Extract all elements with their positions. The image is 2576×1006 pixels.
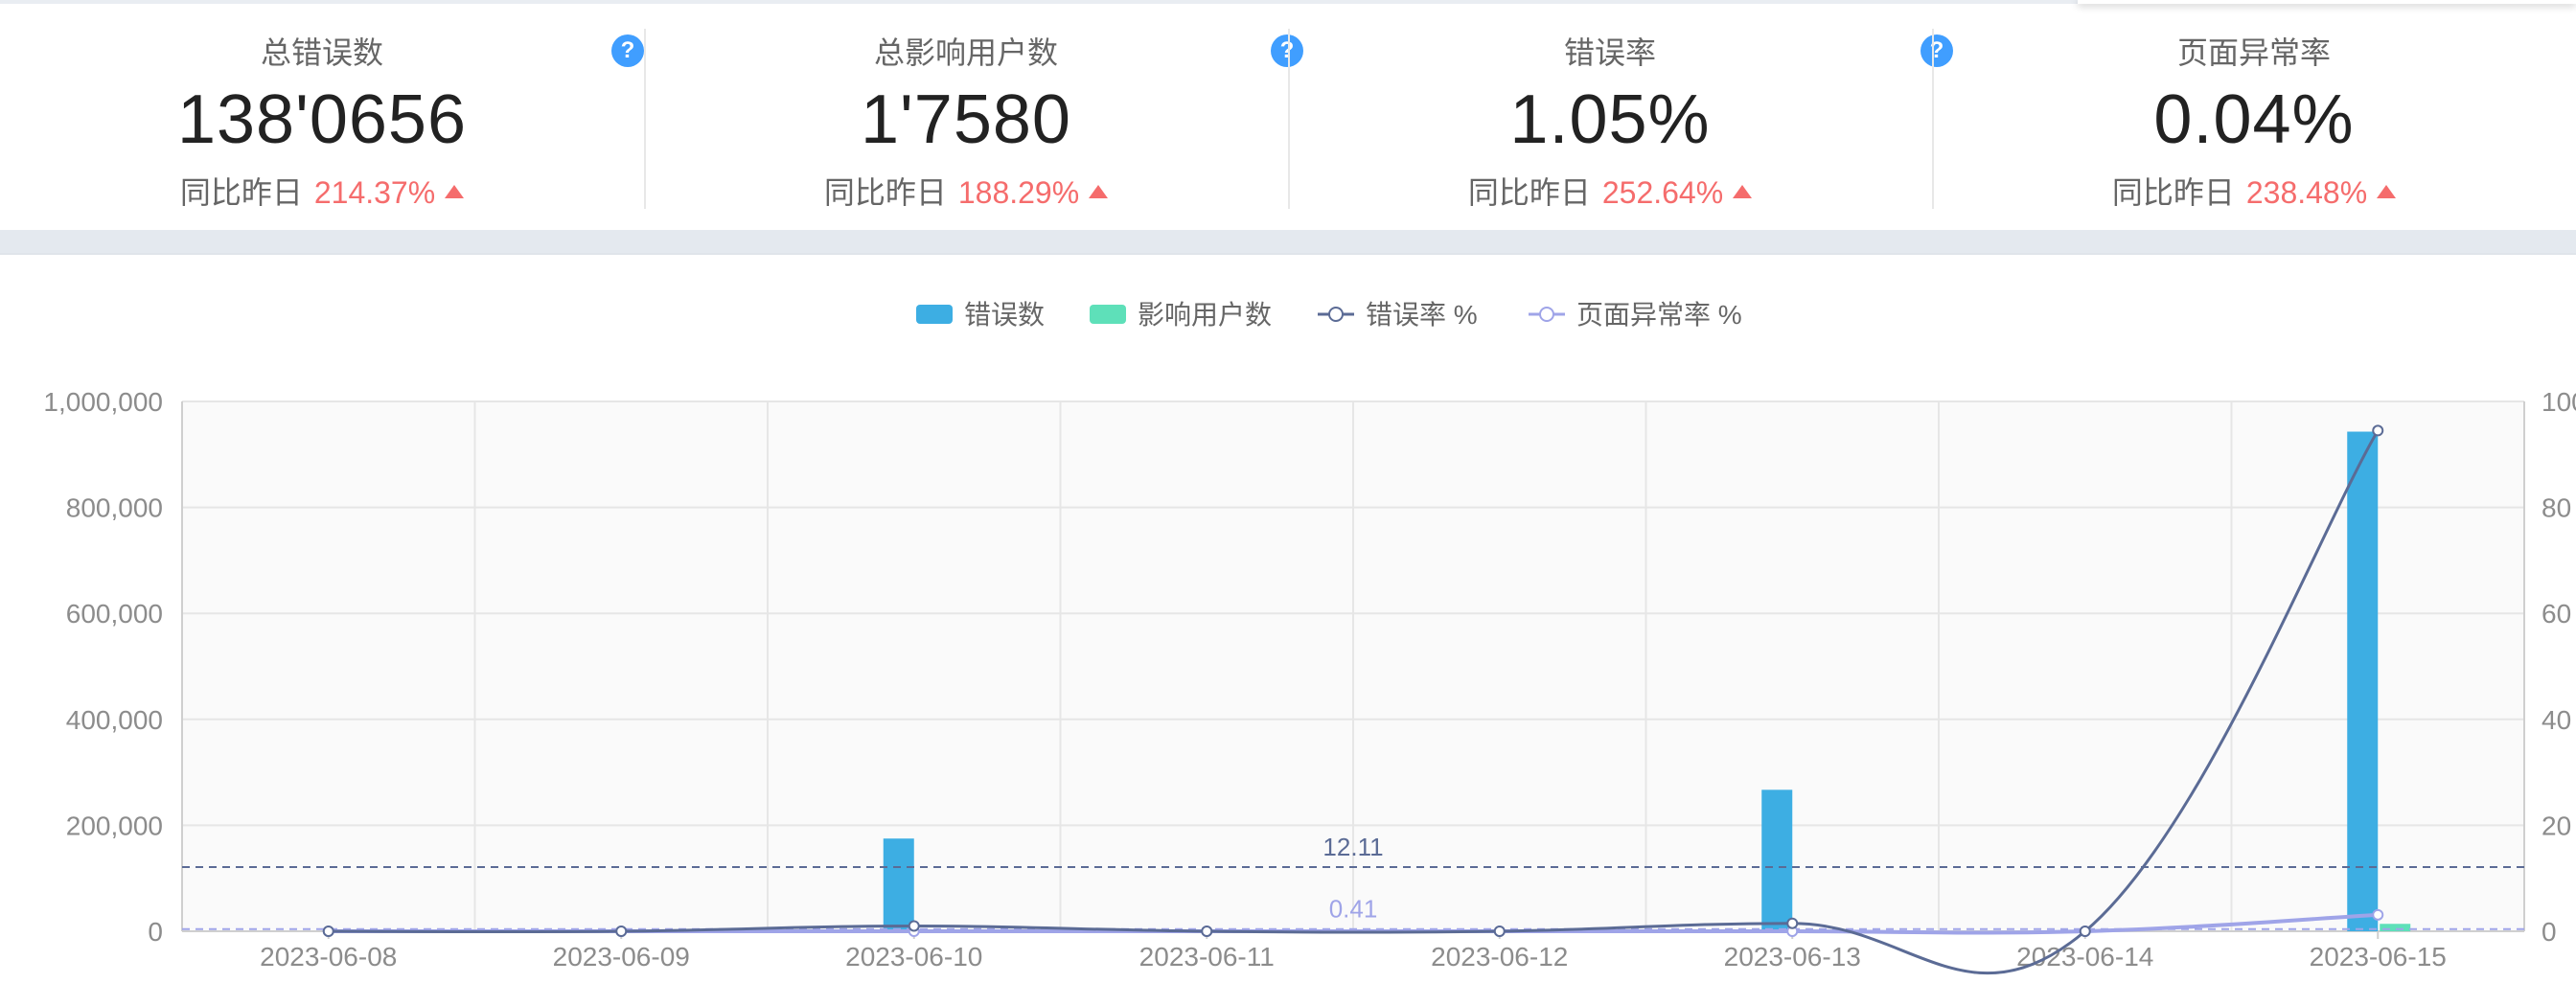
y-left-tick-label: 200,000 (66, 811, 163, 840)
error-trend-chart: 0 0 200,000 20 400,000 40 600,000 60 800,000 80 1,… (43, 300, 2576, 975)
point-error-rate (908, 920, 920, 932)
legend-label: 页面异常率 % (1576, 300, 1742, 330)
point-error-rate (2079, 926, 2091, 937)
bar-errors (2347, 431, 2379, 931)
compare-percent: 252.64% (1601, 175, 1724, 210)
arrow-up-icon (1733, 184, 1753, 198)
point-error-rate (322, 926, 334, 937)
average-line-label: 0.41 (1329, 895, 1378, 924)
stats-row: 总错误数 ? 138'0656 同比昨日 214.37% 总影响用户数 ? 1'7… (0, 4, 2576, 230)
y-left-tick-label: 400,000 (66, 705, 163, 735)
stat-title: 总影响用户数 (873, 35, 1058, 70)
y-left-tick-label: 1,000,000 (43, 387, 163, 417)
y-right-tick-label: 40 (2542, 705, 2571, 735)
legend-swatch-point (1328, 307, 1344, 322)
section-divider (0, 230, 2576, 253)
bar-affected-users (2380, 924, 2411, 931)
arrow-up-icon (2377, 184, 2397, 198)
x-tick-label: 2023-06-12 (1431, 942, 1568, 972)
bar-errors (883, 838, 914, 931)
stat-page-exception-rate: 页面异常率 0.04% 同比昨日 238.48% (1932, 4, 2576, 230)
compare-percent: 238.48% (2245, 175, 2368, 210)
stat-total-errors: 总错误数 ? 138'0656 同比昨日 214.37% (0, 4, 644, 230)
stat-error-rate: 错误率 ? 1.05% 同比昨日 252.64% (1288, 4, 1953, 230)
x-tick-label: 2023-06-15 (2310, 942, 2447, 972)
y-left-tick-label: 0 (148, 917, 163, 947)
y-right-tick-label: 60 (2542, 599, 2571, 629)
arrow-up-icon (445, 184, 465, 198)
stat-compare: 同比昨日 214.37% (0, 169, 644, 213)
stat-compare: 同比昨日 238.48% (1932, 169, 2576, 213)
compare-label: 同比昨日 (823, 175, 947, 210)
compare-percent: 188.29% (957, 175, 1080, 210)
compare-label: 同比昨日 (1467, 175, 1591, 210)
stat-value: 1'7580 (861, 81, 1071, 158)
stat-compare: 同比昨日 252.64% (1288, 169, 1932, 213)
legend-swatch-point (1539, 307, 1554, 322)
stat-value: 0.04% (2153, 81, 2355, 158)
x-tick-label: 2023-06-10 (845, 942, 982, 972)
y-left-tick-label: 800,000 (66, 493, 163, 523)
y-right-tick-label: 80 (2542, 493, 2571, 523)
legend-label: 错误率 % (1366, 300, 1478, 330)
compare-label: 同比昨日 (2111, 175, 2235, 210)
y-left-tick-label: 600,000 (66, 599, 163, 629)
point-page-exception-rate (2372, 908, 2384, 921)
stat-title: 页面异常率 (2176, 35, 2331, 70)
legend-swatch-bar (1090, 305, 1126, 324)
arrow-up-icon (1089, 184, 1109, 198)
stat-compare: 同比昨日 188.29% (644, 169, 1288, 213)
y-right-tick-label: 0 (2542, 917, 2557, 947)
y-right-tick-label: 20 (2542, 811, 2571, 840)
point-error-rate (2372, 424, 2384, 437)
stat-value: 1.05% (1509, 81, 1711, 158)
stat-title: 总错误数 (260, 35, 383, 70)
point-error-rate (615, 926, 628, 937)
compare-label: 同比昨日 (179, 175, 303, 210)
stat-title: 错误率 (1563, 35, 1656, 70)
point-error-rate (1201, 926, 1213, 937)
legend-swatch-bar (916, 305, 953, 324)
help-icon[interactable]: ? (611, 34, 644, 67)
x-tick-label: 2023-06-09 (553, 942, 690, 972)
point-error-rate (1493, 926, 1506, 937)
average-line-label: 12.11 (1322, 833, 1383, 861)
stat-affected-users: 总影响用户数 ? 1'7580 同比昨日 188.29% (644, 4, 1303, 230)
compare-percent: 214.37% (313, 175, 436, 210)
stat-value: 138'0656 (176, 81, 468, 158)
x-tick-label: 2023-06-11 (1139, 942, 1275, 972)
x-tick-label: 2023-06-14 (2016, 942, 2153, 972)
bar-errors (1761, 789, 1793, 931)
legend-label: 错误数 (964, 300, 1045, 330)
y-right-tick-label: 100 (2542, 387, 2576, 417)
point-error-rate (1786, 917, 1799, 929)
legend-label: 影响用户数 (1138, 300, 1272, 330)
x-tick-label: 2023-06-08 (260, 942, 397, 972)
x-tick-label: 2023-06-13 (1724, 942, 1861, 972)
